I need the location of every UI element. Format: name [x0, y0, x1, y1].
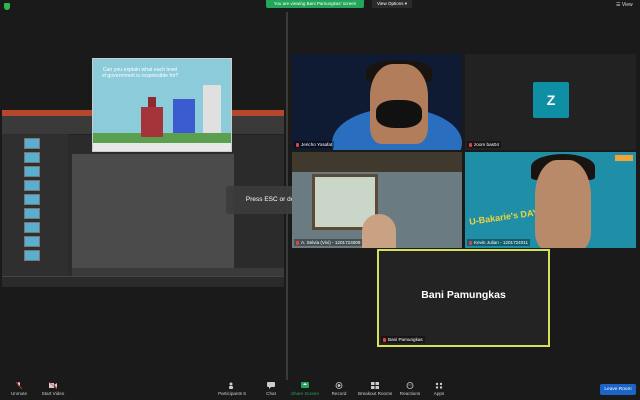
slide-thumbnail [24, 138, 40, 149]
participant-name: zoom bas04 [467, 141, 502, 148]
shield-icon[interactable] [4, 3, 10, 10]
participant-name-text: Jericho Yosafat [301, 142, 333, 147]
slide-thumbnail [24, 194, 40, 205]
view-menu-button[interactable]: ☰ View [616, 2, 633, 8]
chat-button[interactable]: Chat [262, 380, 280, 400]
participant-name: Bani Pamungkas [381, 336, 425, 343]
start-video-label: Start Video [41, 391, 65, 396]
muted-mic-icon [296, 142, 299, 147]
video-tile[interactable]: Z zoom bas04 [465, 54, 636, 150]
room-wall [292, 152, 462, 172]
event-badge: U-Bakarie's DAY [468, 207, 540, 227]
slide-thumbnail [24, 250, 40, 261]
meeting-toolbar: Unmute Start Video Participants 5 Chat S… [0, 380, 640, 400]
face [535, 160, 591, 248]
participant-big-name: Bani Pamungkas [421, 289, 506, 301]
participants-button[interactable]: Participants 5 [216, 380, 248, 400]
view-options-button[interactable]: View Options ▾ [372, 0, 412, 8]
video-tile[interactable]: Jericho Yosafat [292, 54, 462, 150]
video-tile[interactable]: A. Selvia (Vivi) - 1201724009 [292, 152, 462, 248]
slide-video-controls [93, 143, 231, 151]
leave-room-button[interactable]: Leave Room [600, 384, 636, 395]
video-tile[interactable]: U-Bakarie's DAY Kevin Julian - 120172401… [465, 152, 636, 248]
unmute-button[interactable]: Unmute [6, 380, 32, 400]
reactions-icon [406, 382, 414, 389]
participants-label: Participants 5 [216, 391, 248, 396]
start-video-button[interactable]: Start Video [38, 380, 68, 400]
slide-thumbnail [24, 222, 40, 233]
unmute-label: Unmute [10, 391, 28, 396]
face [362, 214, 396, 248]
participant-name: Kevin Julian - 1201724011 [467, 239, 531, 246]
muted-mic-icon [469, 142, 472, 147]
current-slide: Can you explain what each level of gover… [92, 58, 232, 152]
participant-name-text: zoom bas04 [474, 142, 500, 147]
apps-label: Apps [433, 391, 445, 396]
share-screen-label: Share Screen [290, 391, 320, 396]
video-off-icon [49, 382, 57, 389]
participants-icon [229, 382, 233, 389]
breakout-rooms-icon [371, 382, 379, 389]
viewing-screen-banner: You are viewing Bani Pamungkas' screen [266, 0, 364, 8]
brand-logo [615, 155, 633, 161]
participants-text: Participants [218, 391, 243, 396]
apps-icon [435, 382, 443, 389]
muted-mic-icon [383, 337, 386, 342]
ppt-status-bar [2, 276, 284, 287]
breakout-rooms-button[interactable]: Breakout Rooms [358, 380, 392, 400]
chat-icon [267, 382, 275, 389]
share-screen-button[interactable]: Share Screen [290, 380, 320, 400]
slide-thumbnail [24, 166, 40, 177]
chat-label: Chat [266, 391, 276, 396]
muted-mic-icon [296, 240, 299, 245]
mic-off-icon [15, 382, 23, 389]
building-icon [141, 97, 163, 137]
face-mask [376, 100, 422, 128]
slide-thumbnail [24, 180, 40, 191]
ppt-canvas [72, 154, 234, 268]
record-button[interactable]: Record [328, 380, 350, 400]
participant-name-text: Kevin Julian - 1201724011 [474, 240, 529, 245]
reactions-label: Reactions [399, 391, 421, 396]
slide-thumbnail [24, 208, 40, 219]
video-tile-active-speaker[interactable]: Bani Pamungkas Bani Pamungkas [377, 249, 550, 347]
share-screen-icon [301, 382, 309, 388]
reactions-button[interactable]: Reactions [398, 380, 422, 400]
slide-thumbnail [24, 236, 40, 247]
avatar: Z [533, 82, 569, 118]
record-icon [335, 382, 343, 389]
participants-count: 5 [243, 391, 246, 396]
participant-name-text: A. Selvia (Vivi) - 1201724009 [301, 240, 361, 245]
building-icon [203, 85, 221, 133]
slide-thumbnail [24, 152, 40, 163]
slide-question: Can you explain what each level of gover… [101, 67, 179, 80]
participant-name: Jericho Yosafat [294, 141, 335, 148]
participant-name: A. Selvia (Vivi) - 1201724009 [294, 239, 363, 246]
breakout-rooms-label: Breakout Rooms [358, 391, 393, 396]
ppt-notes [72, 268, 284, 276]
record-label: Record [331, 391, 347, 396]
participant-name-text: Bani Pamungkas [388, 337, 423, 342]
apps-button[interactable]: Apps [430, 380, 448, 400]
building-icon [173, 99, 195, 133]
slide-thumbnails [2, 134, 68, 276]
muted-mic-icon [469, 240, 472, 245]
